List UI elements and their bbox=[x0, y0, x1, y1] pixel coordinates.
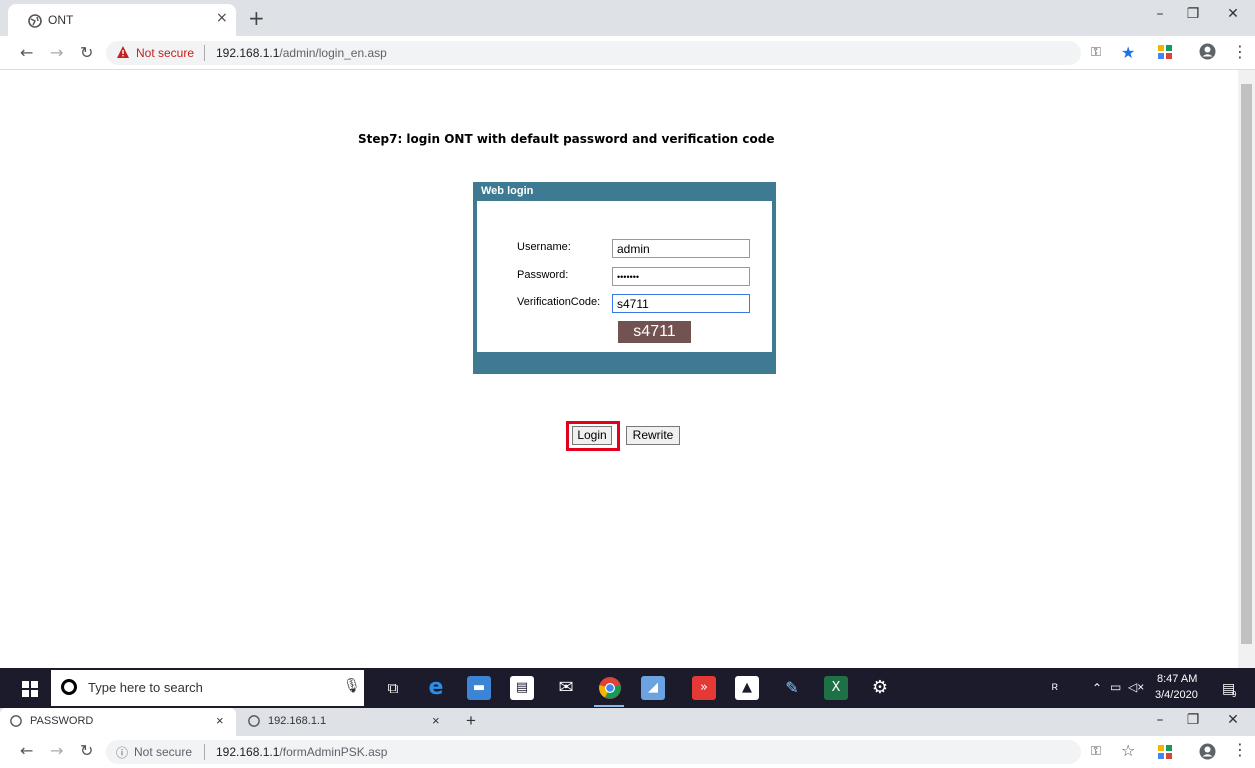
url-text[interactable]: 192.168.1.1/formAdminPSK.asp bbox=[216, 745, 387, 759]
url-path: /admin/login_en.asp bbox=[279, 46, 387, 60]
warning-icon bbox=[117, 46, 129, 58]
web-login-panel: Web login Username: admin Password: ••••… bbox=[473, 182, 776, 374]
photos-icon[interactable]: ▲ bbox=[735, 676, 759, 700]
not-secure-label[interactable]: Not secure bbox=[134, 745, 192, 759]
reload-icon[interactable]: ↻ bbox=[80, 741, 93, 760]
tab-close-icon[interactable]: × bbox=[216, 713, 224, 728]
username-label: Username: bbox=[517, 241, 571, 253]
star-outline-icon[interactable]: ☆ bbox=[1121, 741, 1135, 760]
url-text[interactable]: 192.168.1.1/admin/login_en.asp bbox=[216, 46, 387, 60]
windows-taskbar: Type here to search 🎙 ⧉ e ▬ ▤ ✉ ◢ » ▲ ✎ … bbox=[0, 668, 1255, 708]
volume-icon[interactable]: ◁× bbox=[1128, 680, 1144, 694]
key-icon[interactable]: ⚿ bbox=[1091, 744, 1101, 759]
omnibox-divider bbox=[204, 45, 205, 61]
restore-button[interactable]: ❐ bbox=[1183, 6, 1203, 22]
omnibox[interactable]: Not secure 192.168.1.1/admin/login_en.as… bbox=[106, 41, 1101, 65]
file-explorer-icon[interactable]: ▬ bbox=[467, 676, 491, 700]
forward-arrow-icon[interactable]: → bbox=[50, 741, 63, 760]
menu-dots-icon[interactable]: ⋮ bbox=[1232, 740, 1248, 759]
tab-close-icon[interactable]: × bbox=[432, 713, 440, 728]
clock-time[interactable]: 8:47 AM bbox=[1157, 673, 1197, 685]
notification-badge: 9 bbox=[1232, 690, 1237, 699]
mail-icon[interactable]: ✉ bbox=[554, 676, 578, 700]
verification-code-label: VerificationCode: bbox=[517, 296, 601, 308]
key-icon[interactable]: ⚿ bbox=[1091, 45, 1101, 60]
tab-close-icon[interactable]: × bbox=[216, 10, 228, 26]
chrome-icon[interactable] bbox=[598, 676, 622, 700]
captcha-image: s4711 bbox=[618, 321, 691, 343]
reload-icon[interactable]: ↻ bbox=[80, 43, 93, 62]
address-bar-row: ← → ↻ Not secure 192.168.1.1/admin/login… bbox=[0, 36, 1255, 70]
menu-dots-icon[interactable]: ⋮ bbox=[1232, 42, 1248, 61]
url-host: 192.168.1.1 bbox=[216, 745, 280, 759]
forward-arrow-icon[interactable]: → bbox=[50, 43, 63, 62]
not-secure-label[interactable]: Not secure bbox=[136, 46, 194, 60]
login-header: Web login bbox=[481, 185, 534, 197]
clock-date[interactable]: 3/4/2020 bbox=[1155, 689, 1198, 701]
globe-icon bbox=[10, 715, 22, 727]
microphone-icon[interactable]: 🎙 bbox=[343, 678, 361, 694]
step-caption: Step7: login ONT with default password a… bbox=[358, 132, 775, 146]
login-form: Username: admin Password: ••••••• Verifi… bbox=[477, 201, 772, 352]
url-path: /formAdminPSK.asp bbox=[279, 745, 388, 759]
search-placeholder: Type here to search bbox=[88, 680, 203, 695]
close-window-button[interactable]: ✕ bbox=[1223, 712, 1243, 728]
verification-code-field[interactable]: s4711 bbox=[612, 294, 750, 313]
network-icon[interactable]: ▭ bbox=[1110, 680, 1121, 694]
cortana-icon bbox=[61, 679, 77, 695]
taskbar-search-box[interactable]: Type here to search 🎙 bbox=[51, 670, 364, 706]
tab-ont[interactable]: ONT × bbox=[8, 4, 236, 36]
scrollbar-thumb[interactable] bbox=[1241, 84, 1252, 644]
omnibox[interactable]: ⓘ Not secure 192.168.1.1/formAdminPSK.as… bbox=[106, 740, 1101, 764]
tab-title: ONT bbox=[48, 13, 74, 27]
tab-password[interactable]: PASSWORD × bbox=[0, 708, 236, 736]
edge-icon[interactable]: e bbox=[424, 676, 448, 700]
second-tab-strip: PASSWORD × 192.168.1.1 × + – ❐ ✕ bbox=[0, 708, 1255, 736]
extension-icon[interactable] bbox=[1158, 45, 1172, 63]
chrome-active-indicator bbox=[594, 705, 624, 707]
back-arrow-icon[interactable]: ← bbox=[20, 43, 33, 62]
password-field[interactable]: ••••••• bbox=[612, 267, 750, 286]
settings-gear-icon[interactable]: ⚙ bbox=[868, 676, 892, 700]
minimize-button[interactable]: – bbox=[1150, 712, 1170, 728]
account-icon[interactable] bbox=[1199, 743, 1216, 764]
globe-icon bbox=[28, 14, 42, 28]
username-field[interactable]: admin bbox=[612, 239, 750, 258]
tab-192-168-1-1[interactable]: 192.168.1.1 × bbox=[236, 708, 456, 736]
back-arrow-icon[interactable]: ← bbox=[20, 741, 33, 760]
extension-icon[interactable] bbox=[1158, 745, 1172, 763]
tab-strip: ONT × + – ❐ ✕ bbox=[0, 0, 1255, 36]
person-tray-icon[interactable]: ᴿ bbox=[1052, 681, 1058, 696]
restore-button[interactable]: ❐ bbox=[1183, 712, 1203, 728]
rewrite-button[interactable]: Rewrite bbox=[626, 426, 680, 445]
info-icon[interactable]: ⓘ bbox=[116, 744, 128, 761]
app-icon-red[interactable]: » bbox=[692, 676, 716, 700]
app-icon-blue[interactable]: ◢ bbox=[641, 676, 665, 700]
tray-chevron-icon[interactable]: ⌃ bbox=[1092, 681, 1102, 695]
store-icon[interactable]: ▤ bbox=[510, 676, 534, 700]
close-window-button[interactable]: ✕ bbox=[1223, 6, 1243, 22]
globe-icon bbox=[248, 715, 260, 727]
excel-icon[interactable]: X bbox=[824, 676, 848, 700]
new-tab-button[interactable]: + bbox=[466, 711, 476, 731]
login-highlight-box bbox=[566, 421, 620, 451]
second-address-bar-row: ← → ↻ ⓘ Not secure 192.168.1.1/formAdmin… bbox=[0, 736, 1255, 768]
minimize-button[interactable]: – bbox=[1150, 6, 1170, 22]
omnibox-divider bbox=[204, 744, 205, 760]
account-icon[interactable] bbox=[1199, 43, 1216, 64]
url-host: 192.168.1.1 bbox=[216, 46, 280, 60]
paint-icon[interactable]: ✎ bbox=[780, 676, 804, 700]
windows-start-icon[interactable] bbox=[22, 681, 38, 697]
password-label: Password: bbox=[517, 269, 569, 281]
tab-title: 192.168.1.1 bbox=[268, 715, 327, 727]
tab-title: PASSWORD bbox=[30, 715, 94, 727]
new-tab-button[interactable]: + bbox=[248, 6, 265, 30]
star-icon[interactable]: ★ bbox=[1121, 43, 1135, 62]
task-view-icon[interactable]: ⧉ bbox=[381, 676, 405, 700]
